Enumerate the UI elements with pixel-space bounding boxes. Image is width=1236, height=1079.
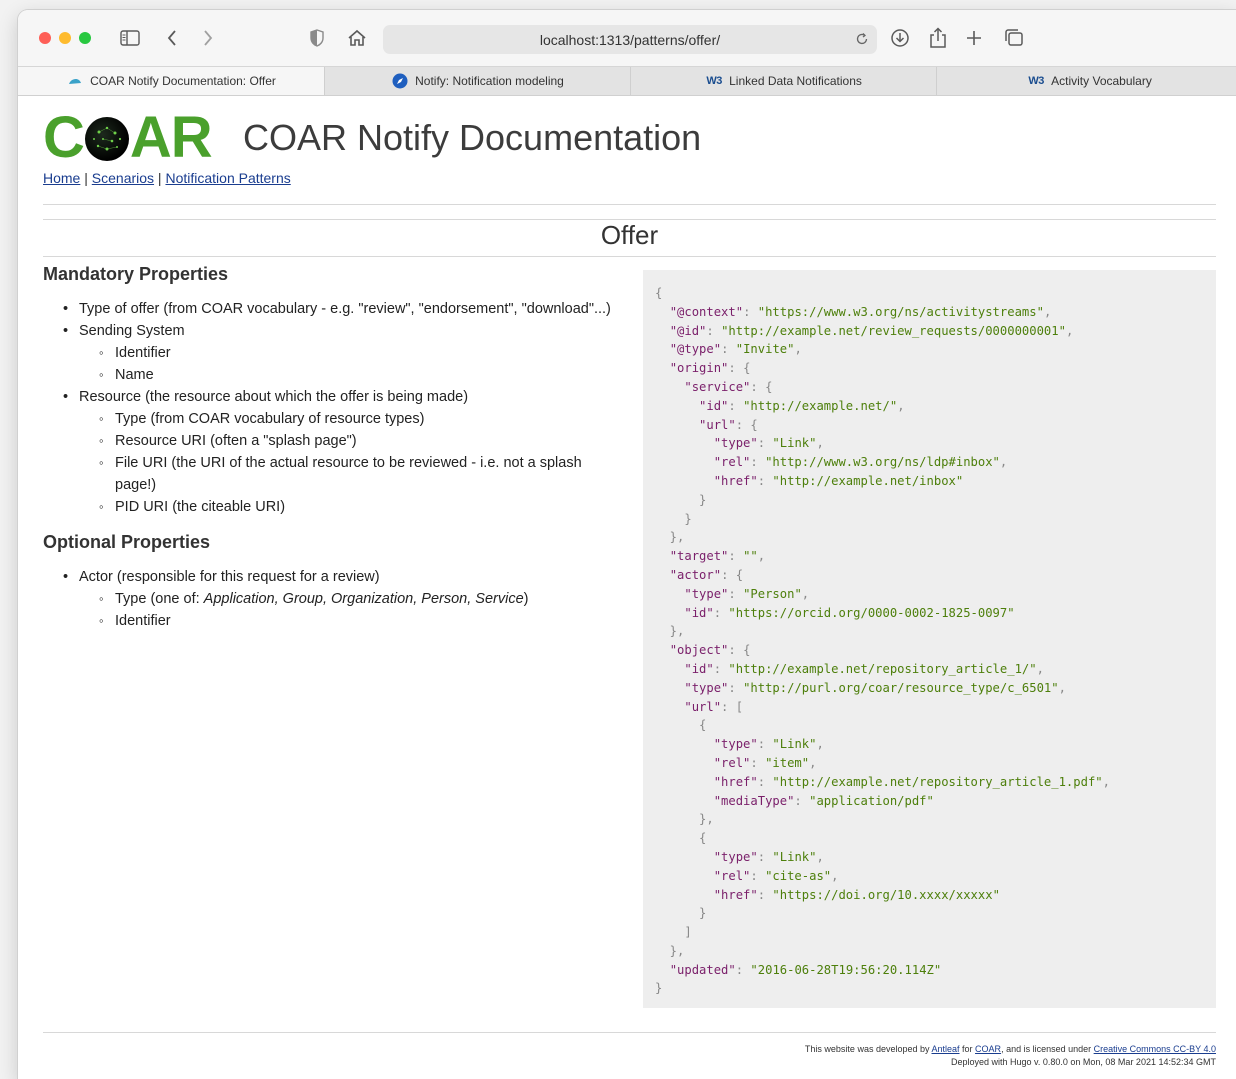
optional-properties-heading: Optional Properties: [43, 532, 211, 552]
coar-favicon-icon: [66, 74, 84, 88]
json-value: "Link": [772, 436, 817, 451]
forward-icon[interactable]: [194, 24, 222, 52]
tab-coar-offer[interactable]: COAR Notify Documentation: Offer: [18, 67, 324, 95]
tab-notify-modeling[interactable]: Notify: Notification modeling: [324, 67, 630, 95]
json-value: "http://example.net/review_requests/0000…: [721, 323, 1066, 338]
back-icon[interactable]: [158, 24, 186, 52]
sub-list-item: Resource URI (often a "splash page"): [43, 430, 623, 452]
close-window-button[interactable]: [39, 32, 51, 44]
browser-window: localhost:1313/patterns/offer/ COAR Noti…: [18, 10, 1236, 1079]
tab-label: Linked Data Notifications: [729, 74, 862, 88]
w3c-favicon-icon: W3: [706, 75, 722, 87]
json-value: "Invite": [735, 342, 795, 357]
downloads-icon[interactable]: [886, 24, 914, 52]
list-item: Sending System: [43, 320, 623, 342]
sidebar-toggle-icon[interactable]: [116, 24, 144, 52]
json-value: "Link": [772, 737, 817, 752]
properties-column: Mandatory Properties Type of offer (from…: [43, 264, 623, 632]
coar-logo[interactable]: C AR: [43, 109, 213, 167]
json-value: "": [743, 549, 758, 564]
nav-notification-patterns-link[interactable]: Notification Patterns: [165, 170, 290, 186]
sub-list-item: Type (from COAR vocabulary of resource t…: [43, 408, 623, 430]
nav-separator: |: [154, 170, 166, 186]
tab-label: Activity Vocabulary: [1051, 74, 1152, 88]
header-divider: [43, 204, 1216, 205]
page-footer: This website was developed by Antleaf fo…: [805, 1043, 1216, 1069]
title-bottom-divider: [43, 256, 1216, 257]
tab-label: COAR Notify Documentation: Offer: [90, 74, 276, 88]
mandatory-properties-heading: Mandatory Properties: [43, 264, 229, 284]
sub-list-item: Name: [43, 364, 623, 386]
list-item: Type of offer (from COAR vocabulary - e.…: [43, 298, 623, 320]
list-item: Resource (the resource about which the o…: [43, 386, 623, 408]
site-title: COAR Notify Documentation: [243, 117, 702, 158]
json-value: "Link": [772, 849, 817, 864]
breadcrumb-nav: Home | Scenarios | Notification Patterns: [43, 170, 291, 186]
json-example-code-block: { "@context": "https://www.w3.org/ns/act…: [643, 270, 1216, 1008]
mandatory-properties-list: Type of offer (from COAR vocabulary - e.…: [43, 298, 623, 518]
sub-list-item: File URI (the URI of the actual resource…: [43, 452, 583, 496]
zoom-window-button[interactable]: [79, 32, 91, 44]
sub-list-item: Type (one of: Application, Group, Organi…: [43, 588, 623, 610]
json-value: "https://www.w3.org/ns/activitystreams": [757, 304, 1044, 319]
coar-logo-globe-icon: [84, 117, 129, 161]
antleaf-link[interactable]: Antleaf: [932, 1044, 960, 1054]
browser-toolbar: localhost:1313/patterns/offer/: [18, 10, 1236, 66]
optional-properties-list: Actor (responsible for this request for …: [43, 566, 623, 632]
tab-strip: COAR Notify Documentation: Offer Notify:…: [18, 66, 1236, 96]
json-value: "https://orcid.org/0000-0002-1825-0097": [728, 605, 1015, 620]
json-value: "Person": [743, 586, 802, 601]
json-value: "http://www.w3.org/ns/ldp#inbox": [765, 455, 1000, 470]
sub-list-item: Identifier: [43, 610, 623, 632]
tab-overview-icon[interactable]: [1000, 24, 1028, 52]
list-item: Actor (responsible for this request for …: [43, 566, 623, 588]
json-value: "http://example.net/": [743, 398, 898, 413]
footer-deploy-info: Deployed with Hugo v. 0.80.0 on Mon, 08 …: [951, 1057, 1216, 1067]
w3c-favicon-icon: W3: [1028, 75, 1044, 87]
json-value: "http://example.net/inbox": [772, 473, 964, 488]
nav-scenarios-link[interactable]: Scenarios: [92, 170, 154, 186]
footer-divider: [43, 1032, 1216, 1033]
address-bar[interactable]: localhost:1313/patterns/offer/: [383, 25, 877, 54]
share-icon[interactable]: [924, 24, 952, 52]
json-value: "http://example.net/repository_article_1…: [728, 661, 1037, 676]
sub-list-item: Identifier: [43, 342, 623, 364]
nav-home-link[interactable]: Home: [43, 170, 80, 186]
json-value: "http://purl.org/coar/resource_type/c_65…: [743, 680, 1059, 695]
page-content: C AR COAR Notify Documentation Home | Sce…: [18, 97, 1236, 1079]
json-value: "cite-as": [765, 868, 832, 883]
page-title: Offer: [600, 220, 659, 250]
json-value: "https://doi.org/10.xxxx/xxxxx": [772, 887, 1000, 902]
nav-separator: |: [80, 170, 92, 186]
json-value: "http://example.net/repository_article_1…: [772, 774, 1103, 789]
sub-list-item: PID URI (the citeable URI): [43, 496, 623, 518]
privacy-shield-icon[interactable]: [303, 24, 331, 52]
new-tab-icon[interactable]: [960, 24, 988, 52]
json-value: "application/pdf": [809, 793, 934, 808]
compass-favicon-icon: [391, 73, 409, 89]
tab-label: Notify: Notification modeling: [415, 74, 564, 88]
tab-linked-data-notifications[interactable]: W3 Linked Data Notifications: [630, 67, 936, 95]
coar-link[interactable]: COAR: [975, 1044, 1001, 1054]
footer-credits: This website was developed by Antleaf fo…: [804, 1044, 1216, 1054]
reload-icon[interactable]: [853, 30, 871, 48]
home-icon[interactable]: [343, 24, 371, 52]
license-link[interactable]: Creative Commons CC-BY 4.0: [1094, 1044, 1216, 1054]
json-value: "2016-06-28T19:56:20.114Z": [750, 962, 942, 977]
json-value: "item": [765, 755, 810, 770]
tab-activity-vocabulary[interactable]: W3 Activity Vocabulary: [936, 67, 1236, 95]
address-text: localhost:1313/patterns/offer/: [539, 31, 721, 48]
minimize-window-button[interactable]: [59, 32, 71, 44]
